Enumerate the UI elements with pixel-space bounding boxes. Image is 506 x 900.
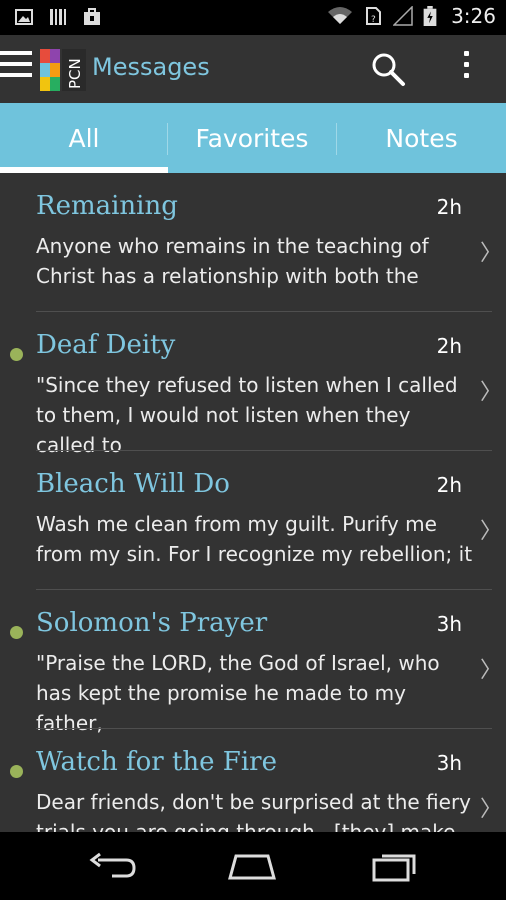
svg-text:?: ?	[371, 15, 376, 25]
tab-notes[interactable]: Notes	[337, 103, 506, 173]
unread-dot-icon	[10, 765, 23, 778]
overflow-menu-icon[interactable]	[456, 51, 476, 87]
tab-favorites[interactable]: Favorites	[168, 103, 336, 173]
message-time: 2h	[436, 473, 462, 497]
message-title: Watch for the Fire	[36, 747, 277, 777]
barcode-icon	[50, 9, 66, 25]
message-time: 3h	[436, 751, 462, 775]
message-excerpt: "Praise the LORD, the God of Israel, who…	[36, 651, 440, 735]
message-title: Solomon's Prayer	[36, 608, 268, 638]
recent-apps-icon[interactable]	[364, 846, 424, 886]
list-item[interactable]: Remaining 2h Anyone who remains in the t…	[0, 173, 506, 312]
logo-text: PCN	[66, 58, 84, 89]
chevron-right-icon: 〉	[480, 519, 503, 544]
tab-bar: All Favorites Notes	[0, 103, 506, 174]
message-title: Deaf Deity	[36, 330, 176, 360]
briefcase-icon	[84, 8, 100, 25]
chevron-right-icon: 〉	[480, 658, 503, 683]
list-item[interactable]: Bleach Will Do 2h Wash me clean from my …	[0, 451, 506, 590]
message-list[interactable]: Remaining 2h Anyone who remains in the t…	[0, 173, 506, 832]
back-icon[interactable]	[82, 846, 142, 886]
action-bar: PCN Messages	[0, 35, 506, 103]
chevron-right-icon: 〉	[480, 380, 503, 405]
search-icon[interactable]	[370, 51, 406, 87]
page-title: Messages	[92, 53, 210, 81]
navigation-bar	[0, 832, 506, 900]
battery-icon	[423, 6, 437, 26]
message-title: Bleach Will Do	[36, 469, 230, 499]
status-bar: ? 3:26	[0, 0, 506, 35]
list-item[interactable]: Solomon's Prayer 3h "Praise the LORD, th…	[0, 590, 506, 735]
message-time: 2h	[436, 334, 462, 358]
chevron-right-icon: 〉	[480, 797, 503, 822]
wifi-icon	[328, 7, 353, 24]
chevron-right-icon: 〉	[480, 241, 503, 266]
message-excerpt: Wash me clean from my guilt. Purify me f…	[36, 512, 473, 566]
message-title: Remaining	[36, 191, 178, 221]
message-time: 3h	[436, 612, 462, 636]
home-icon[interactable]	[222, 846, 282, 886]
list-item[interactable]: Watch for the Fire 3h Dear friends, don'…	[0, 729, 506, 832]
menu-icon[interactable]	[0, 51, 32, 85]
clock: 3:26	[451, 4, 496, 28]
message-excerpt: Anyone who remains in the teaching of Ch…	[36, 234, 429, 288]
message-excerpt: Dear friends, don't be surprised at the …	[36, 790, 471, 832]
signal-icon	[393, 6, 413, 26]
list-item[interactable]: Deaf Deity 2h "Since they refused to lis…	[0, 312, 506, 457]
image-icon	[15, 9, 33, 25]
app-logo[interactable]: PCN	[40, 49, 86, 91]
message-excerpt: "Since they refused to listen when I cal…	[36, 373, 458, 457]
sim-icon: ?	[366, 7, 382, 25]
message-time: 2h	[436, 195, 462, 219]
unread-dot-icon	[10, 348, 23, 361]
unread-dot-icon	[10, 626, 23, 639]
tab-all[interactable]: All	[0, 103, 168, 173]
